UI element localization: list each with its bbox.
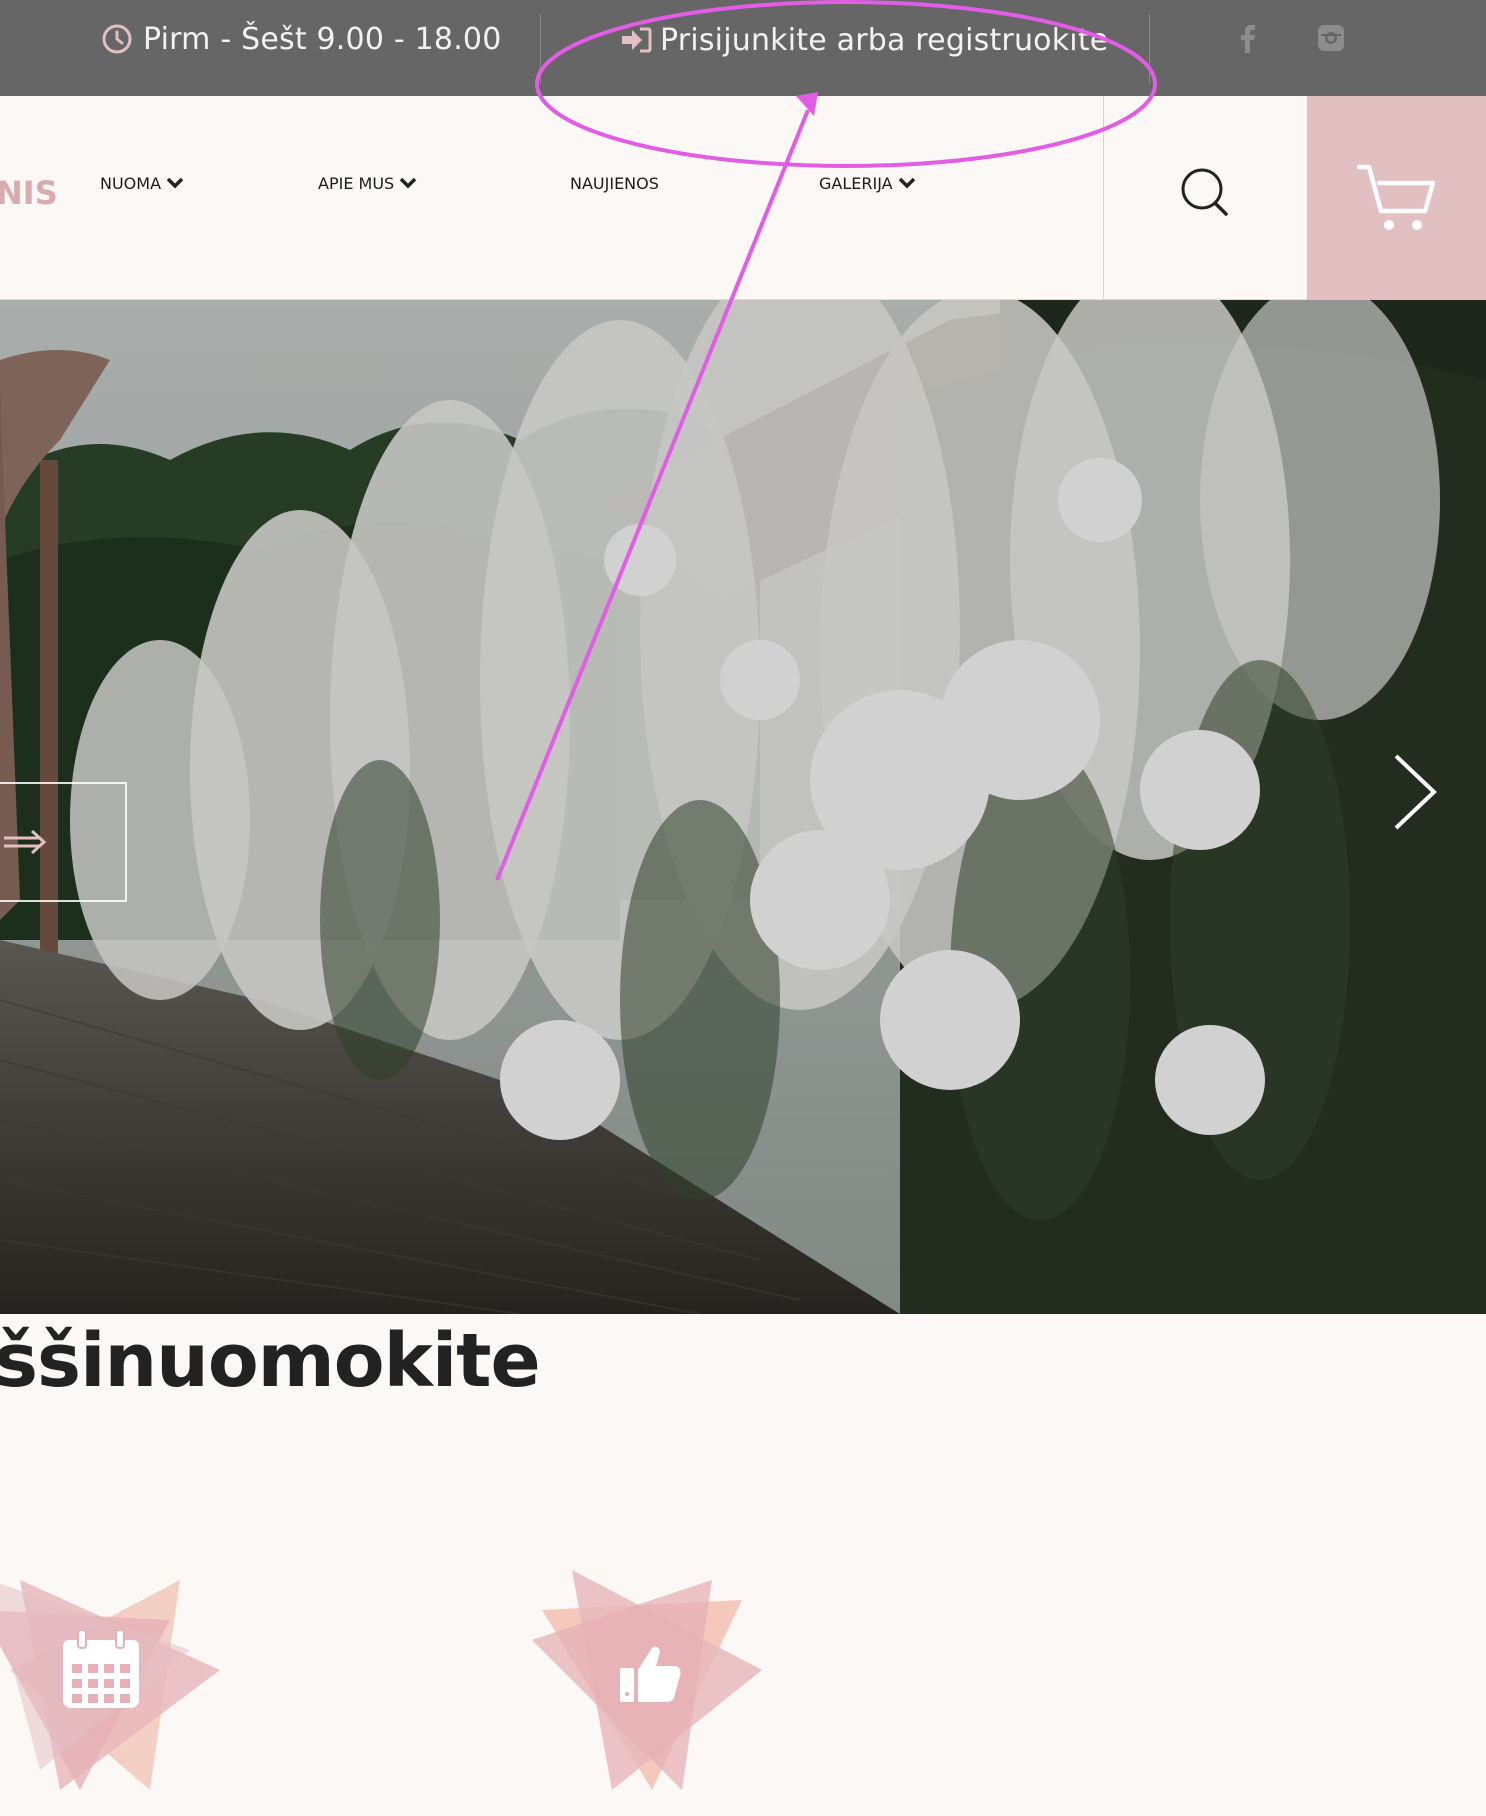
instagram-link[interactable] bbox=[1315, 22, 1347, 54]
opening-hours-text: Pirm - Šešt 9.00 - 18.00 bbox=[143, 21, 502, 57]
feature-calendar bbox=[0, 1560, 220, 1800]
hero-slider bbox=[0, 300, 1486, 1314]
top-bar: Pirm - Šešt 9.00 - 18.00 Prisijunkite ar… bbox=[0, 0, 1486, 96]
nav-item-label: APIE MUS bbox=[318, 174, 395, 193]
nav-divider bbox=[1103, 96, 1104, 300]
chevron-down-icon bbox=[898, 177, 915, 189]
slider-prev-button[interactable] bbox=[0, 782, 127, 902]
nav-item-apie-mus[interactable]: APIE MUS bbox=[318, 174, 417, 193]
nav-item-naujienos[interactable]: NAUJIENOS bbox=[570, 174, 659, 193]
facebook-icon bbox=[1241, 25, 1255, 53]
instagram-icon bbox=[1318, 25, 1344, 51]
section-heading: ššinuomokite bbox=[0, 1318, 541, 1404]
chevron-down-icon bbox=[166, 177, 184, 189]
nav-item-label: NIS bbox=[0, 174, 58, 212]
topbar-divider bbox=[540, 14, 541, 84]
main-nav bbox=[0, 96, 1486, 300]
chevron-down-icon bbox=[400, 177, 417, 189]
topbar-divider bbox=[1149, 14, 1150, 84]
login-register-text: Prisijunkite arba registruokite bbox=[660, 22, 1109, 58]
arrow-right-icon bbox=[4, 829, 47, 855]
opening-hours: Pirm - Šešt 9.00 - 18.00 bbox=[101, 20, 502, 58]
nav-item-label: NAUJIENOS bbox=[570, 174, 659, 193]
login-register-link[interactable]: Prisijunkite arba registruokite bbox=[620, 20, 1108, 60]
sign-in-icon bbox=[622, 27, 652, 53]
nav-item-label: GALERIJA bbox=[819, 174, 893, 193]
facebook-link[interactable] bbox=[1231, 22, 1263, 54]
clock-icon bbox=[102, 24, 132, 54]
search-icon bbox=[1181, 168, 1228, 216]
cart-icon bbox=[1356, 164, 1435, 230]
chevron-right-icon[interactable] bbox=[1390, 752, 1446, 832]
hero-image bbox=[0, 300, 1486, 1314]
nav-item-home[interactable]: NIS bbox=[0, 174, 58, 212]
thumbs-up-icon bbox=[620, 1646, 681, 1702]
feature-thumbs-up bbox=[532, 1560, 772, 1800]
nav-item-galerija[interactable]: GALERIJA bbox=[819, 174, 916, 193]
search-button[interactable] bbox=[1176, 164, 1232, 220]
cart-button[interactable] bbox=[1307, 96, 1486, 300]
nav-item-label: NUOMA bbox=[100, 174, 162, 193]
calendar-icon bbox=[63, 1630, 139, 1708]
nav-item-nuoma[interactable]: NUOMA bbox=[100, 174, 184, 193]
